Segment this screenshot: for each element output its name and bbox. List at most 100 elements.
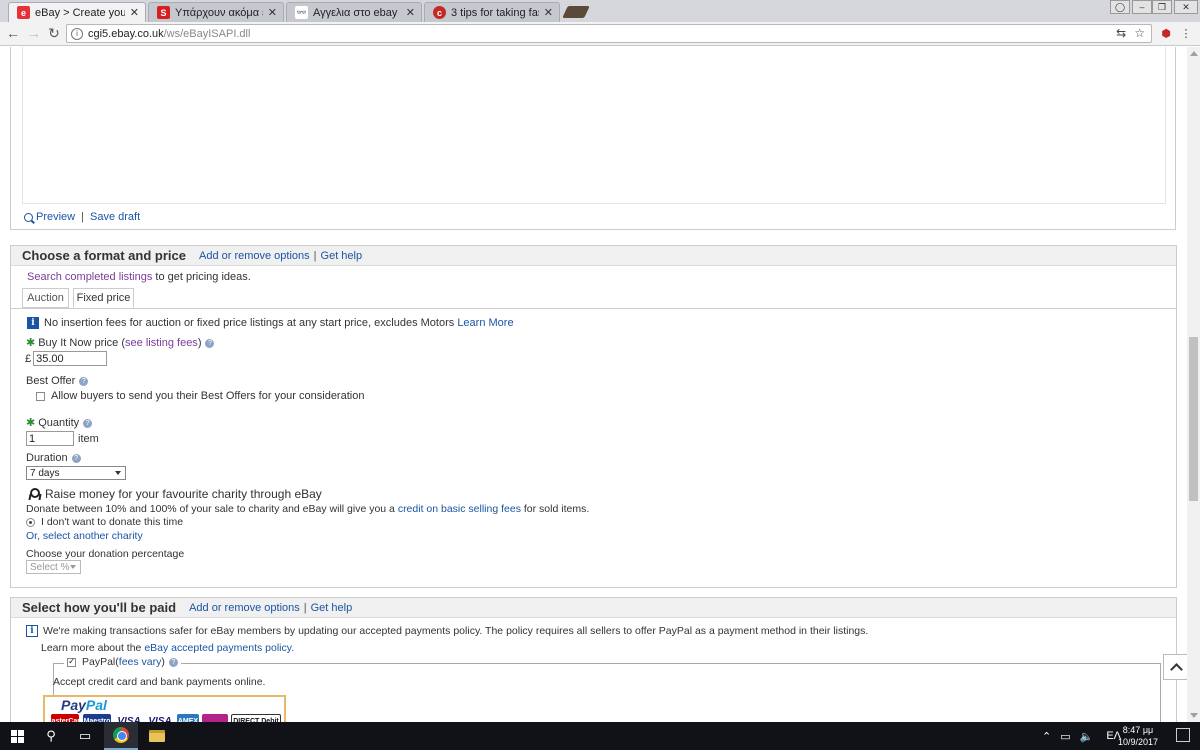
no-donate-radio[interactable]: [26, 517, 35, 527]
help-icon[interactable]: ?: [168, 657, 178, 667]
buy-it-now-label-row: ✱ Buy It Now price (see listing fees)?: [26, 336, 215, 349]
accepted-payments-policy-link[interactable]: eBay accepted payments policy.: [144, 642, 294, 654]
translate-icon[interactable]: ⇆: [1116, 26, 1126, 40]
format-price-header: Choose a format and price Add or remove …: [11, 246, 1176, 266]
help-icon[interactable]: ?: [79, 376, 89, 386]
notification-icon[interactable]: [1176, 728, 1190, 742]
info-icon: i: [26, 625, 38, 637]
no-donate-option: I don't want to donate this time: [26, 516, 183, 528]
quantity-input[interactable]: [26, 431, 74, 446]
paypal-acceptance-mark: PayPal MasterCard Maestro VISA VISA AMEX…: [43, 695, 286, 722]
select-another-charity-link[interactable]: Or, select another charity: [26, 530, 143, 542]
best-offer-checkbox[interactable]: [36, 391, 45, 401]
insertion-fee-notice: i No insertion fees for auction or fixed…: [27, 317, 514, 329]
credit-selling-fees-link[interactable]: credit on basic selling fees: [398, 503, 521, 515]
tab-title: 3 tips for taking faster sc: [451, 6, 539, 19]
format-price-section: Choose a format and price Add or remove …: [10, 245, 1177, 588]
scroll-up-arrow-icon[interactable]: [1190, 51, 1198, 56]
tab-fixed-price[interactable]: Fixed price: [73, 288, 134, 308]
description-editor[interactable]: [22, 47, 1166, 204]
buy-it-now-price-input[interactable]: [33, 351, 108, 366]
tab-title: Αγγελια στο ebay - Inter: [313, 6, 401, 19]
s-favicon: S: [157, 6, 170, 19]
bookmark-star-icon[interactable]: ☆: [1134, 26, 1145, 40]
donation-percentage-select[interactable]: Select %: [26, 560, 81, 574]
required-star-icon: ✱: [26, 417, 36, 429]
tab-auction[interactable]: Auction: [22, 288, 69, 308]
close-icon[interactable]: ✕: [406, 6, 415, 19]
tab-screenshot-tips[interactable]: c 3 tips for taking faster sc ✕: [424, 2, 560, 22]
info-icon: i: [27, 317, 39, 329]
visa-icon: VISA: [115, 714, 143, 722]
get-help-link[interactable]: Get help: [311, 602, 353, 614]
windows-start-icon[interactable]: [0, 722, 34, 750]
chevron-up-icon[interactable]: ⌃: [1042, 730, 1051, 743]
payment-header: Select how you'll be paid Add or remove …: [11, 598, 1176, 618]
back-to-top-button[interactable]: [1163, 654, 1187, 680]
browser-tab-strip: e eBay > Create your listin ✕ S Υπάρχουν…: [0, 0, 1200, 22]
payments-policy-line: Learn more about the eBay accepted payme…: [41, 642, 295, 654]
charity-heading-row: Raise money for your favourite charity t…: [28, 487, 322, 501]
magnifier-icon: [24, 212, 33, 222]
close-icon[interactable]: ✕: [544, 6, 553, 19]
extension-shield-icon[interactable]: ⬢: [1158, 25, 1174, 41]
search-completed-listings-link[interactable]: Search completed listings: [27, 271, 152, 283]
url-host: cgi5.ebay.co.uk: [88, 27, 164, 40]
preview-link[interactable]: Preview: [36, 211, 75, 223]
info-circle-icon[interactable]: i: [71, 27, 83, 40]
task-view-icon[interactable]: ▭: [68, 722, 102, 750]
solo-card-icon: [202, 714, 228, 722]
tab-ebay-ad[interactable]: 👓 Αγγελια στο ebay - Inter ✕: [286, 2, 422, 22]
page-content: Preview | Save draft Choose a format and…: [0, 47, 1187, 722]
browser-toolbar: ← → ↻ i cgi5.ebay.co.uk/ws/eBayISAPI.dll…: [0, 22, 1200, 46]
forward-arrow-icon[interactable]: →: [26, 25, 42, 41]
fees-vary-link[interactable]: fees vary: [119, 656, 162, 668]
address-bar[interactable]: i cgi5.ebay.co.uk/ws/eBayISAPI.dll ⇆ ☆: [66, 24, 1152, 43]
profile-icon[interactable]: ◯: [1110, 0, 1130, 14]
volume-icon[interactable]: 🔈: [1080, 730, 1094, 743]
quantity-label-row: ✱ Quantity?: [26, 416, 93, 429]
search-icon[interactable]: ⚲: [34, 722, 68, 750]
add-remove-options-link[interactable]: Add or remove options: [199, 250, 310, 262]
clock-date: 10/9/2017: [1117, 737, 1159, 747]
get-help-link[interactable]: Get help: [321, 250, 363, 262]
best-offer-label-row: Best Offer?: [26, 375, 89, 387]
restore-icon[interactable]: ❐: [1152, 0, 1172, 14]
help-icon[interactable]: ?: [205, 338, 215, 348]
system-tray: ⌃ ▭ 🔈 ΕΛ: [1042, 722, 1121, 750]
duration-select[interactable]: 7 days: [26, 466, 126, 480]
help-icon[interactable]: ?: [83, 418, 93, 428]
required-star-icon: ✱: [26, 337, 36, 349]
reload-icon[interactable]: ↻: [46, 25, 62, 41]
clock-time: 8:47 μμ: [1122, 725, 1154, 735]
tab-greek-tickets[interactable]: S Υπάρχουν ακόμα εισιτήρ ✕: [148, 2, 284, 22]
file-explorer-icon[interactable]: [140, 722, 174, 750]
close-icon[interactable]: ✕: [130, 6, 139, 19]
close-icon[interactable]: ✕: [268, 6, 277, 19]
donation-percentage-label: Choose your donation percentage: [26, 548, 185, 560]
clock[interactable]: 8:47 μμ 10/9/2017: [1114, 724, 1162, 748]
menu-kebab-icon[interactable]: ⋮: [1178, 25, 1194, 41]
scrollbar-thumb[interactable]: [1189, 337, 1198, 501]
help-icon[interactable]: ?: [71, 453, 81, 463]
learn-more-link[interactable]: Learn More: [457, 317, 513, 329]
network-icon[interactable]: ▭: [1060, 730, 1070, 743]
url-path: /ws/eBayISAPI.dll: [163, 27, 251, 40]
direct-debit-icon: DIRECT Debit: [231, 714, 281, 722]
charity-ribbon-icon: [28, 488, 40, 500]
new-tab-button[interactable]: [562, 6, 590, 18]
save-draft-link[interactable]: Save draft: [90, 211, 140, 223]
back-arrow-icon[interactable]: ←: [5, 25, 21, 41]
scroll-down-arrow-icon[interactable]: [1190, 713, 1198, 718]
minimize-icon[interactable]: –: [1132, 0, 1152, 14]
c-favicon: c: [433, 6, 446, 19]
window-close-icon[interactable]: ✕: [1174, 0, 1198, 14]
see-listing-fees-link[interactable]: see listing fees: [125, 337, 198, 349]
tab-ebay-create-listing[interactable]: e eBay > Create your listin ✕: [8, 2, 146, 22]
maestro-icon: Maestro: [83, 714, 111, 722]
accept-cards-text: Accept credit card and bank payments onl…: [53, 676, 266, 688]
add-remove-options-link[interactable]: Add or remove options: [189, 602, 300, 614]
paypal-checkbox[interactable]: [67, 656, 76, 667]
chrome-taskbar-icon[interactable]: [104, 722, 138, 750]
page-scrollbar[interactable]: [1187, 47, 1200, 722]
